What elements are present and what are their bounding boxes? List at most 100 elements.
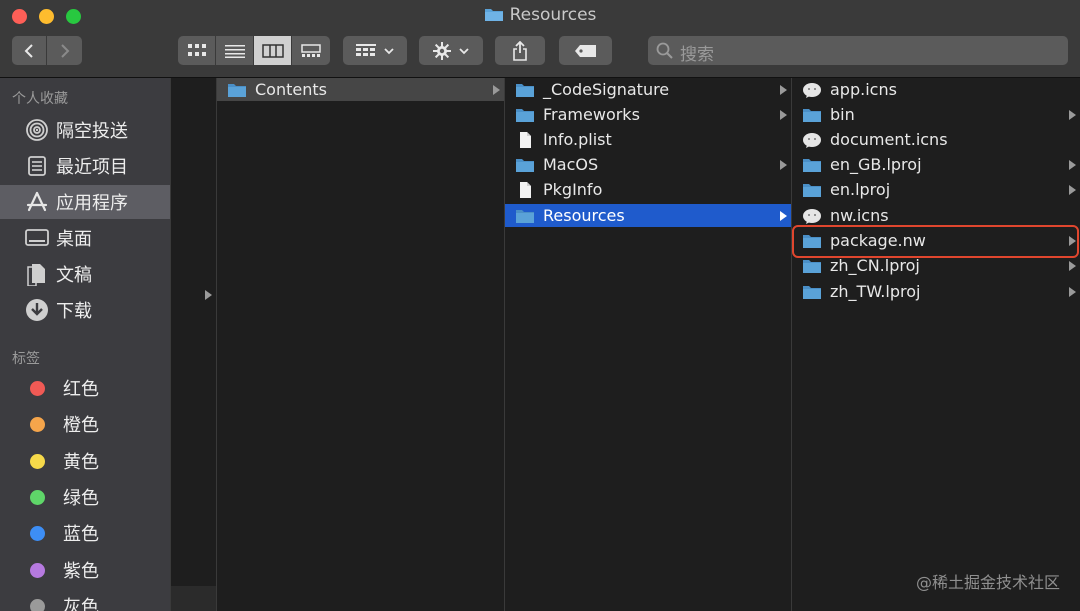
list-item-label: zh_CN.lproj [830,256,920,275]
sidebar-tag-blue[interactable]: 蓝色 [0,516,170,550]
sidebar-item-downloads[interactable]: 下载 [0,293,170,327]
back-forward-group [12,36,82,65]
list-item-label: Frameworks [543,105,640,124]
list-item-label: Contents [255,80,327,99]
folder-icon [516,209,534,223]
sidebar-item-desktop[interactable]: 桌面 [0,221,170,255]
view-mode-group [178,36,330,65]
window-title: Resources [0,5,1080,25]
sidebar-item-documents[interactable]: 文稿 [0,257,170,291]
list-item-nw-icns[interactable]: nw.icns [792,204,1080,227]
folder-icon [803,183,821,197]
sidebar-item-label: 文稿 [56,265,92,286]
folder-icon [516,83,534,97]
column-divider[interactable] [170,78,171,611]
folder-icon [516,158,534,172]
list-item-label: _CodeSignature [543,80,670,99]
sidebar-item-airdrop[interactable]: 隔空投送 [0,113,170,147]
column-contents [217,78,504,611]
sidebar-item-label: 紫色 [63,561,99,582]
action-button[interactable] [419,36,483,65]
sidebar-tag-gray[interactable]: 灰色 [0,589,170,611]
list-item-label: en.lproj [830,180,891,199]
list-item-label: en_GB.lproj [830,155,922,174]
folder-icon [803,108,821,122]
sidebar-tag-yellow[interactable]: 黄色 [0,444,170,478]
tags-button[interactable] [559,36,612,65]
tag-color-dot [30,380,45,396]
watermark: @稀土掘金技术社区 [915,573,1060,592]
sidebar-item-label: 蓝色 [63,524,99,545]
disclosure-arrow-icon [205,290,212,300]
horizontal-scrollbar[interactable] [171,586,216,611]
gallery-icon [301,43,321,57]
airdrop-icon [24,117,50,143]
list-item-frameworks[interactable]: Frameworks [505,103,791,126]
sidebar-item-label: 应用程序 [56,193,128,214]
share-button[interactable] [495,36,545,65]
documents-icon [24,261,50,287]
list-item-contents[interactable]: Contents [217,78,504,101]
icon-view-button[interactable] [178,36,216,65]
list-item-app-icns[interactable]: app.icns [792,78,1080,101]
icns-file-icon [803,132,821,148]
tag-color-dot [30,489,45,505]
list-item-zh-tw-lproj[interactable]: zh_TW.lproj [792,280,1080,303]
list-view-button[interactable] [216,36,254,65]
folder-icon [803,285,821,299]
parent-column[interactable] [171,78,216,611]
list-item-label: PkgInfo [543,180,603,199]
search-field[interactable]: 搜索 [648,36,1068,65]
list-item-info-plist[interactable]: Info.plist [505,128,791,151]
sidebar-tag-orange[interactable]: 橙色 [0,407,170,441]
list-item-macos[interactable]: MacOS [505,153,791,176]
favorites-header: 个人收藏 [12,91,68,107]
disclosure-arrow-icon [780,159,787,170]
list-item-pkginfo[interactable]: PkgInfo [505,178,791,201]
forward-button[interactable] [47,36,82,65]
list-item-en-lproj[interactable]: en.lproj [792,178,1080,201]
sidebar: 个人收藏 隔空投送 最近项目 应用程序 桌面 文稿 下载 标签 红色 橙色 黄色… [0,78,170,611]
gallery-view-button[interactable] [292,36,330,65]
list-item-label: Resources [543,206,625,225]
list-item-resources[interactable]: Resources [505,204,791,227]
column-view-button[interactable] [254,36,292,65]
list-item-label: Info.plist [543,130,612,149]
list-item-label: document.icns [830,130,948,149]
chevron-right-icon [60,43,69,58]
search-icon [656,42,673,59]
sidebar-item-label: 最近项目 [56,157,128,178]
folder-icon [228,83,246,97]
disclosure-arrow-icon [1069,159,1076,170]
list-item-bin[interactable]: bin [792,103,1080,126]
disclosure-arrow-icon [780,84,787,95]
chevron-down-icon [384,47,394,54]
icns-file-icon [803,82,821,98]
chevron-left-icon [24,43,33,58]
disclosure-arrow-icon [1069,286,1076,297]
sidebar-tag-purple[interactable]: 紫色 [0,553,170,587]
folder-icon [484,9,503,21]
sidebar-tag-green[interactable]: 绿色 [0,480,170,514]
chevron-down-icon [459,47,469,54]
tag-color-dot [30,525,45,541]
sidebar-item-label: 黄色 [63,452,99,473]
sidebar-tag-red[interactable]: 红色 [0,371,170,405]
sidebar-item-applications[interactable]: 应用程序 [0,185,170,219]
sidebar-item-recents[interactable]: 最近项目 [0,149,170,183]
back-button[interactable] [12,36,47,65]
grid-icon [187,43,206,56]
list-item-en-gb-lproj[interactable]: en_GB.lproj [792,153,1080,176]
window-title-text: Resources [509,5,597,25]
desktop-icon [24,225,50,251]
list-item-document-icns[interactable]: document.icns [792,128,1080,151]
sidebar-item-label: 橙色 [63,415,99,436]
group-by-button[interactable] [343,36,407,65]
recents-icon [24,153,50,179]
share-icon [513,40,527,61]
columns-icon [261,43,284,58]
list-item-codesignature[interactable]: _CodeSignature [505,78,791,101]
tag-color-dot [30,562,45,578]
folder-icon [803,259,821,273]
file-icon [520,131,531,148]
